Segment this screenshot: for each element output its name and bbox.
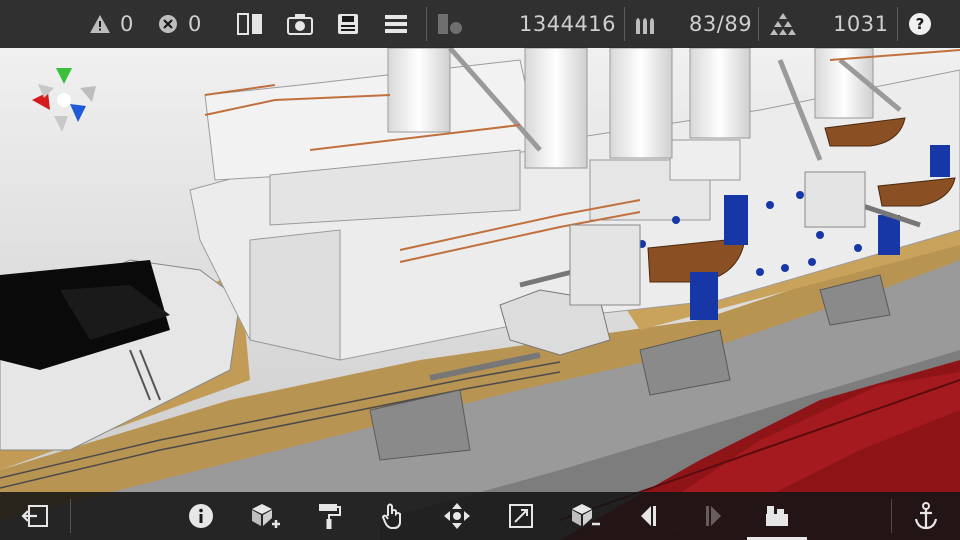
tool-group — [169, 492, 809, 540]
anchor-icon[interactable] — [892, 492, 960, 540]
crane-icon[interactable] — [745, 492, 809, 540]
error-circle-icon[interactable] — [148, 0, 188, 48]
ammo-icon[interactable] — [625, 0, 665, 48]
toolbar-separator — [70, 499, 71, 533]
paint-roller-icon[interactable] — [297, 492, 361, 540]
components-count: 1031 — [833, 12, 889, 36]
info-icon[interactable] — [169, 492, 233, 540]
save-icon[interactable] — [324, 0, 372, 48]
hand-select-icon[interactable] — [361, 492, 425, 540]
parts-count: 83/89 — [689, 12, 753, 36]
previous-icon[interactable] — [617, 492, 681, 540]
warnings-count: 0 — [120, 12, 134, 36]
top-toolbar: 0 0 1344416 83/89 1031 ? — [0, 0, 960, 48]
polygon-count: 1344416 — [519, 12, 617, 36]
help-icon[interactable]: ? — [898, 0, 942, 48]
split-view-icon[interactable] — [224, 0, 276, 48]
bottom-toolbar — [0, 492, 960, 540]
3d-viewport[interactable] — [0, 0, 960, 540]
errors-count: 0 — [188, 12, 202, 36]
next-icon[interactable] — [681, 492, 745, 540]
add-part-icon[interactable] — [233, 492, 297, 540]
layers-icon[interactable] — [427, 0, 473, 48]
svg-text:?: ? — [915, 15, 924, 33]
camera-icon[interactable] — [276, 0, 324, 48]
scale-icon[interactable] — [489, 492, 553, 540]
menu-icon[interactable] — [372, 0, 420, 48]
stack-icon[interactable] — [759, 0, 807, 48]
move-icon[interactable] — [425, 492, 489, 540]
exit-icon[interactable] — [0, 492, 70, 540]
warning-triangle-icon[interactable] — [80, 0, 120, 48]
remove-part-icon[interactable] — [553, 492, 617, 540]
